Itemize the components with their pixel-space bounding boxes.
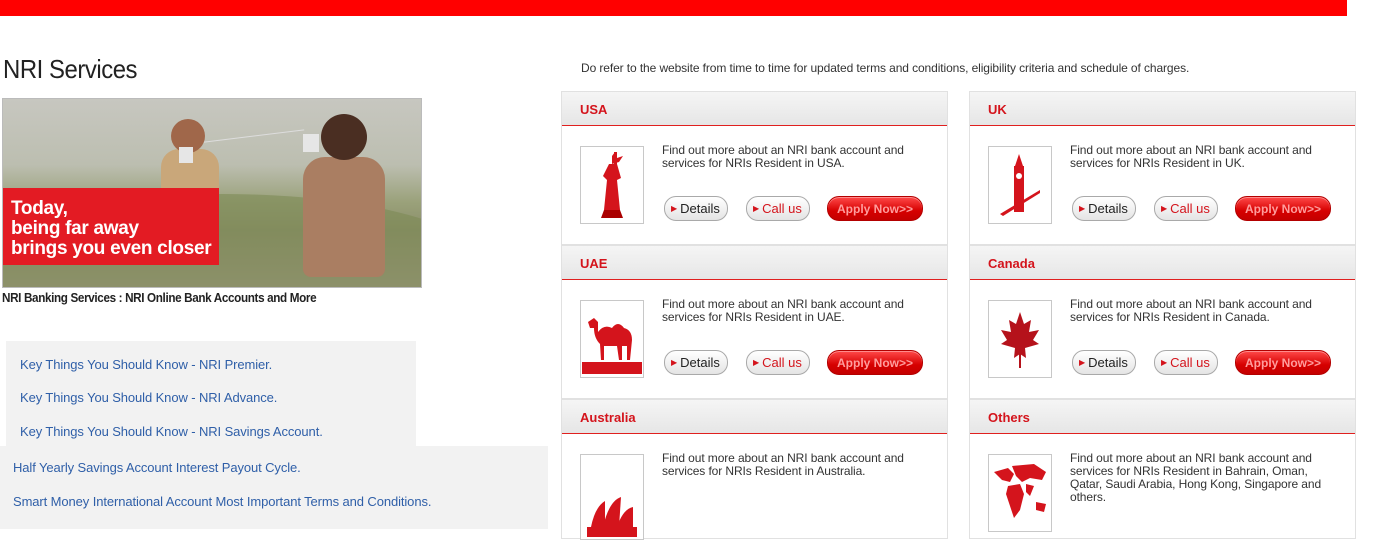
- banner-caption: NRI Banking Services : NRI Online Bank A…: [2, 290, 317, 305]
- big-ben-icon: [988, 146, 1052, 224]
- card-description: Find out more about an NRI bank account …: [1070, 297, 1312, 324]
- card-header: Canada: [970, 246, 1355, 280]
- arrow-right-icon: ▶: [671, 358, 678, 367]
- apply-now-button[interactable]: Apply Now>>: [827, 196, 924, 221]
- card-description: Find out more about an NRI bank account …: [662, 143, 904, 170]
- call-us-button[interactable]: ▶ Call us: [1154, 196, 1218, 221]
- link-smart-money-terms[interactable]: Smart Money International Account Most I…: [13, 494, 431, 509]
- terms-notice: Do refer to the website from time to tim…: [581, 61, 1190, 75]
- arrow-right-icon: ▶: [753, 358, 760, 367]
- terms-panel: [0, 446, 548, 529]
- link-nri-premier[interactable]: Key Things You Should Know - NRI Premier…: [20, 357, 272, 372]
- call-us-button[interactable]: ▶ Call us: [746, 350, 810, 375]
- link-nri-advance[interactable]: Key Things You Should Know - NRI Advance…: [20, 390, 277, 405]
- apply-now-button[interactable]: Apply Now>>: [1235, 196, 1332, 221]
- call-us-button[interactable]: ▶ Call us: [746, 196, 810, 221]
- details-button[interactable]: ▶ Details: [1072, 350, 1136, 375]
- camel-icon: [580, 300, 644, 378]
- card-description: Find out more about an NRI bank account …: [662, 451, 904, 478]
- right-column: Do refer to the website from time to tim…: [561, 16, 1357, 540]
- arrow-right-icon: ▶: [1079, 204, 1086, 213]
- link-nri-savings[interactable]: Key Things You Should Know - NRI Savings…: [20, 424, 323, 439]
- arrow-right-icon: ▶: [671, 204, 678, 213]
- card-description: Find out more about an NRI bank account …: [662, 297, 904, 324]
- card-header: Australia: [562, 400, 947, 434]
- card-description: Find out more about an NRI bank account …: [1070, 143, 1312, 170]
- promo-banner[interactable]: Today, being far away brings you even cl…: [2, 98, 422, 288]
- country-card-australia: Australia Find out more about an NRI ban…: [561, 399, 948, 540]
- statue-of-liberty-icon: [580, 146, 644, 224]
- country-card-canada: Canada Find out more about an NRI bank a…: [969, 245, 1356, 399]
- apply-now-button[interactable]: Apply Now>>: [827, 350, 924, 375]
- arrow-right-icon: ▶: [1161, 204, 1168, 213]
- country-card-uk: UK Find out more about an NRI bank accou…: [969, 91, 1356, 245]
- arrow-right-icon: ▶: [753, 204, 760, 213]
- banner-tagline: Today, being far away brings you even cl…: [3, 188, 219, 265]
- link-interest-payout[interactable]: Half Yearly Savings Account Interest Pay…: [13, 460, 301, 475]
- card-description: Find out more about an NRI bank account …: [1070, 451, 1322, 504]
- call-us-button[interactable]: ▶ Call us: [1154, 350, 1218, 375]
- card-header: Others: [970, 400, 1355, 434]
- page-title: NRI Services: [3, 54, 138, 84]
- arrow-right-icon: ▶: [1079, 358, 1086, 367]
- apply-now-button[interactable]: Apply Now>>: [1235, 350, 1332, 375]
- card-header: UK: [970, 92, 1355, 126]
- details-button[interactable]: ▶ Details: [1072, 196, 1136, 221]
- opera-house-icon: [580, 454, 644, 540]
- card-header: UAE: [562, 246, 947, 280]
- left-column: NRI Services Today, being far away bring…: [0, 16, 550, 529]
- country-card-usa: USA Find out more about an NRI bank acco…: [561, 91, 948, 245]
- details-button[interactable]: ▶ Details: [664, 196, 728, 221]
- country-card-uae: UAE Find out more about an NRI bank acco…: [561, 245, 948, 399]
- arrow-right-icon: ▶: [1161, 358, 1168, 367]
- maple-leaf-icon: [988, 300, 1052, 378]
- card-header: USA: [562, 92, 947, 126]
- country-card-others: Others Find out more about an NRI bank a…: [969, 399, 1356, 539]
- child-figure: [303, 157, 385, 277]
- details-button[interactable]: ▶ Details: [664, 350, 728, 375]
- top-red-bar: [0, 0, 1347, 16]
- world-map-icon: [988, 454, 1052, 532]
